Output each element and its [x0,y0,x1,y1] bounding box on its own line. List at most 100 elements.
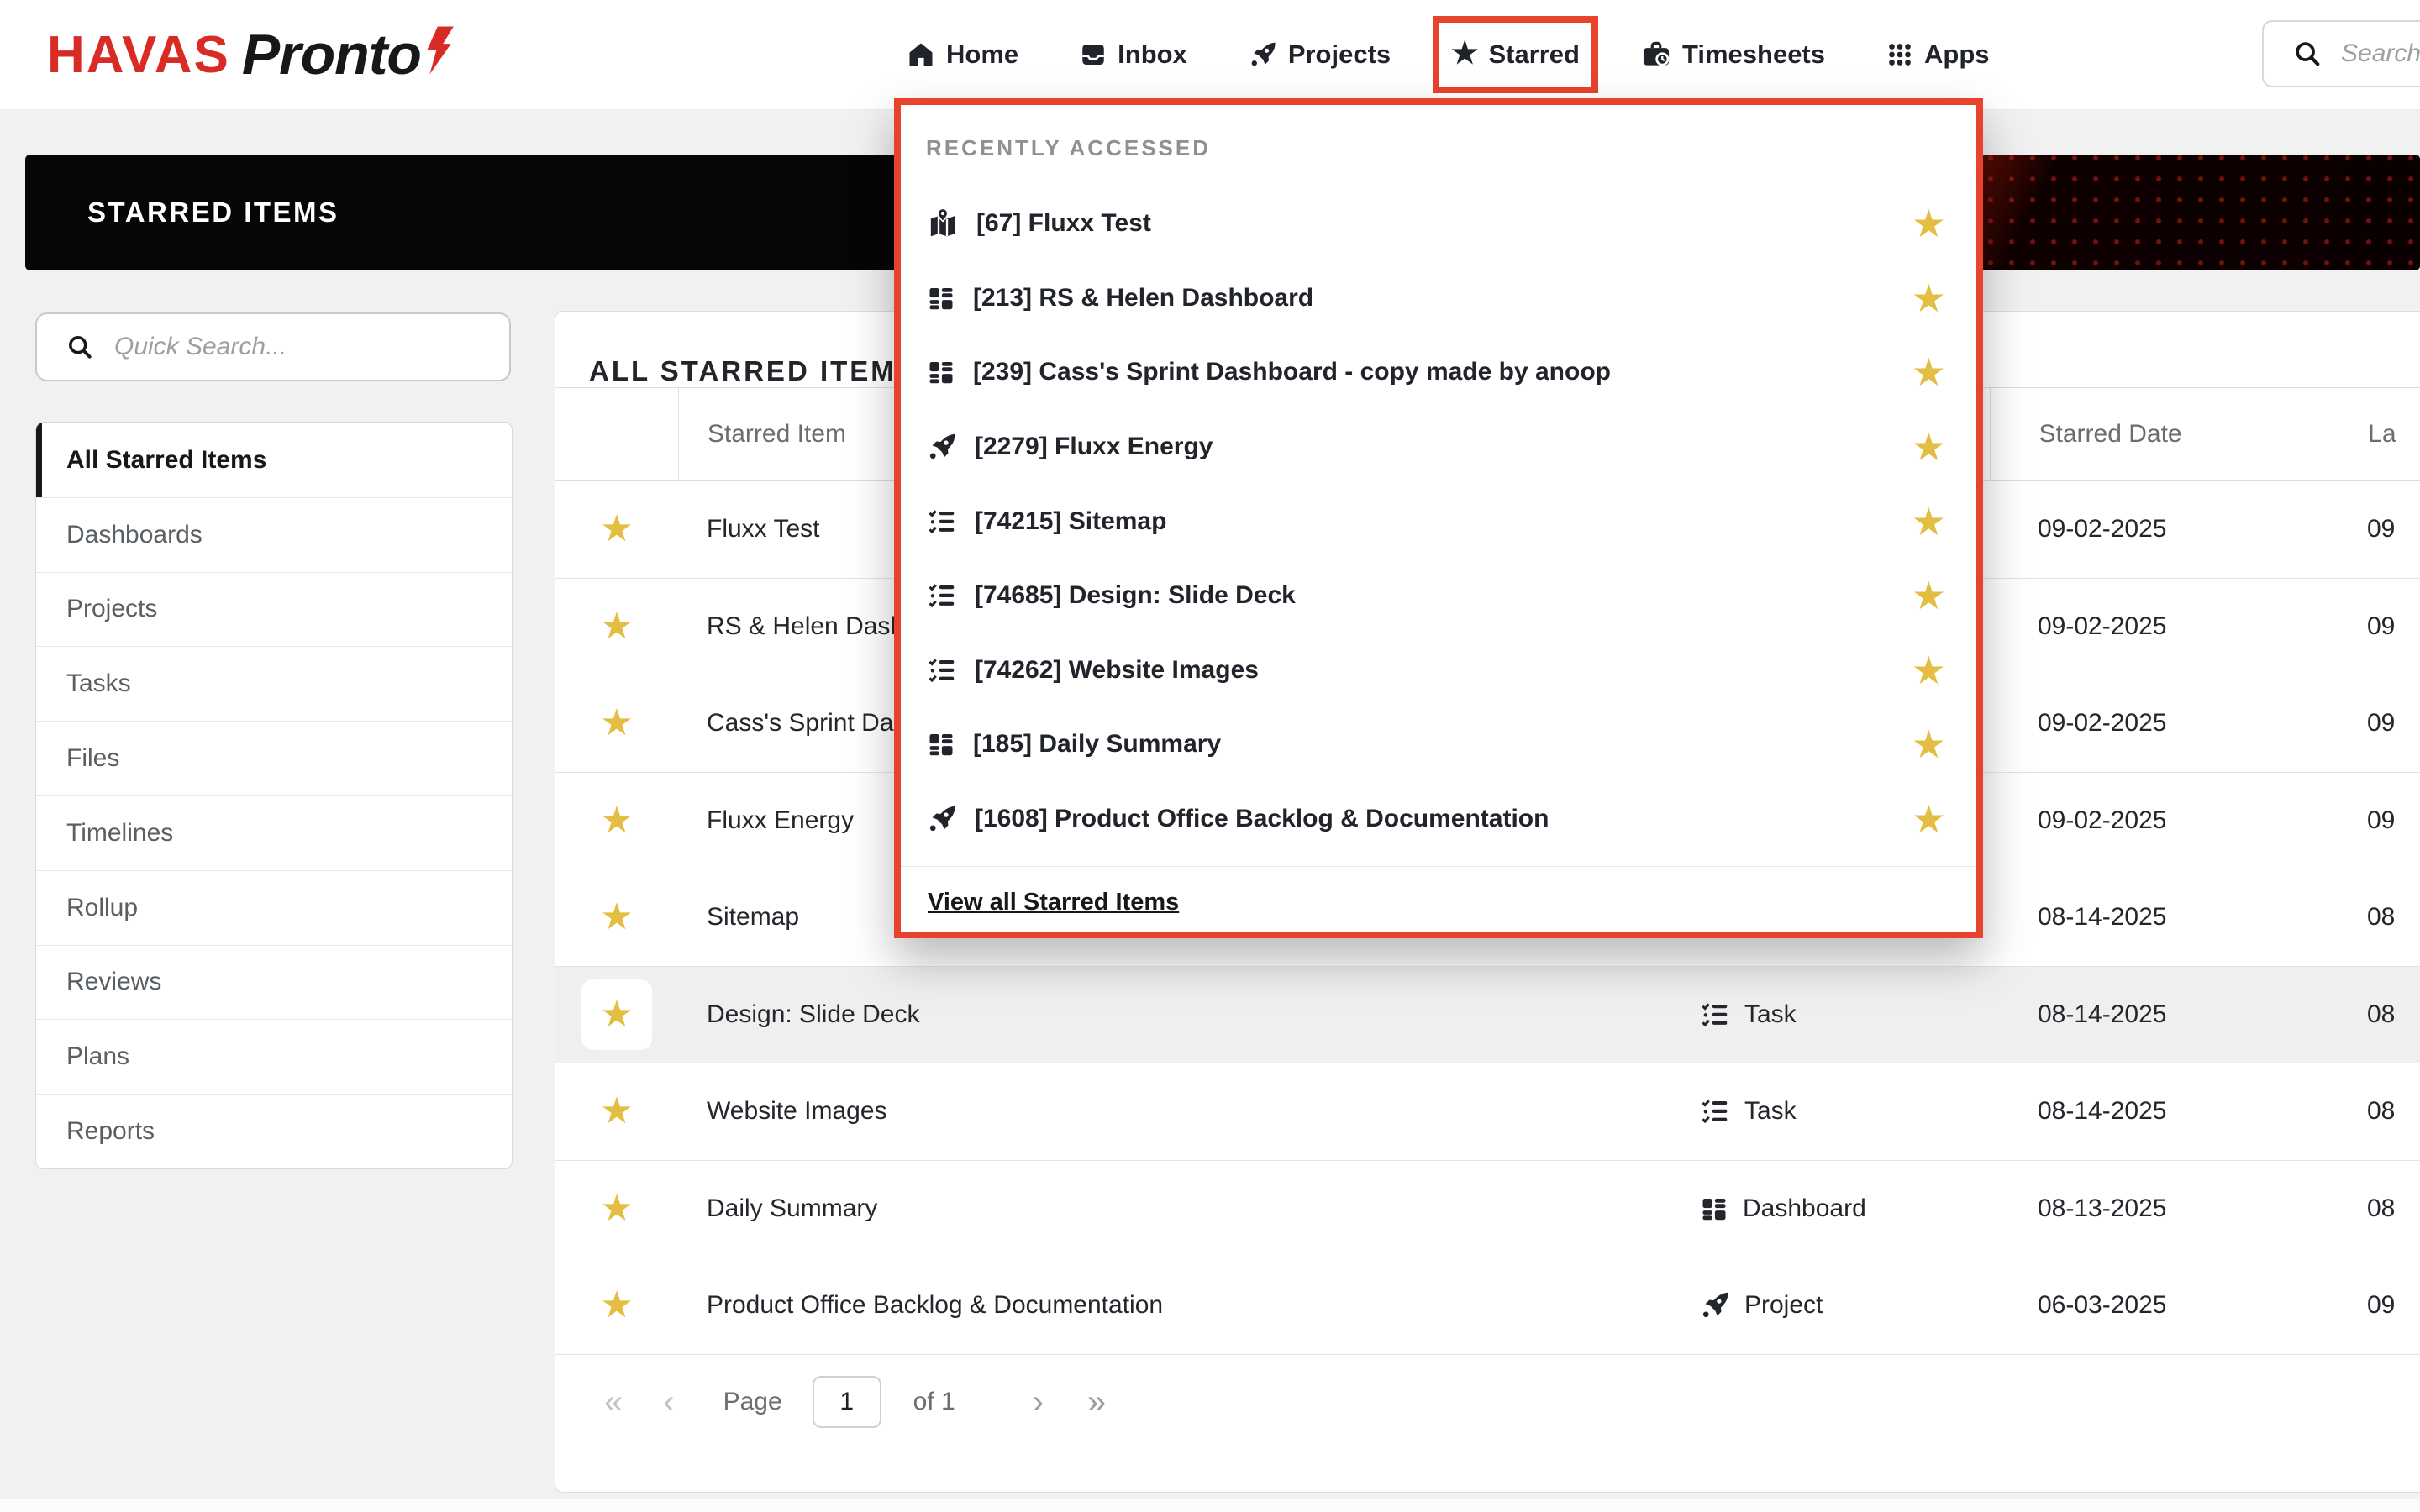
recently-accessed-item[interactable]: [2279] Fluxx Energy ★ [901,410,1976,485]
row-item-name[interactable]: Design: Slide Deck [678,1000,1699,1029]
recently-accessed-label[interactable]: [239] Cass's Sprint Dashboard - copy mad… [973,358,1611,386]
recently-accessed-label[interactable]: [185] Daily Summary [973,730,1221,759]
quick-search-input[interactable]: Quick Search... [35,312,511,381]
next-page-button[interactable]: › [1033,1385,1044,1419]
nav-item-label: Starred [1488,39,1580,69]
brand-pronto: Pronto [241,23,422,87]
recently-accessed-label[interactable]: [213] RS & Helen Dashboard [973,284,1313,312]
star-icon[interactable]: ★ [600,995,633,1033]
star-icon[interactable]: ★ [1912,279,1946,318]
star-icon[interactable]: ★ [600,607,633,645]
table-row[interactable]: ★ Product Office Backlog & Documentation… [555,1257,2420,1355]
star-icon[interactable]: ★ [1912,576,1946,615]
star-icon[interactable]: ★ [1912,502,1946,541]
sidebar-filter-item[interactable]: Tasks [36,646,512,721]
recently-accessed-label[interactable]: [2279] Fluxx Energy [975,433,1213,461]
sidebar-filter-item[interactable]: Plans [36,1019,512,1094]
row-type-cell: Task [1699,1063,1989,1160]
sidebar-filter-item[interactable]: Files [36,721,512,795]
star-icon[interactable]: ★ [600,1093,633,1130]
sidebar-filter-item[interactable]: Dashboards [36,496,512,572]
dashboard-icon [1699,1194,1729,1224]
dashboard-icon [926,283,956,313]
row-item-name[interactable]: Product Office Backlog & Documentation [678,1291,1699,1320]
row-last-date-partial: 08 [2367,903,2396,932]
table-row[interactable]: ★ Design: Slide Deck Task 08-14-2025 08 [555,966,2420,1063]
recently-accessed-item[interactable]: [1608] Product Office Backlog & Document… [901,782,1976,857]
star-icon[interactable]: ★ [600,1287,633,1324]
sidebar-filter-label: Files [66,744,120,773]
star-icon[interactable]: ★ [600,1189,633,1227]
recently-accessed-item[interactable]: [74215] Sitemap ★ [901,484,1976,559]
row-starred-date: 08-14-2025 [2038,1000,2167,1028]
dashboard-icon [926,729,956,759]
sidebar-filter-item[interactable]: Reviews [36,944,512,1020]
recently-accessed-label[interactable]: [1608] Product Office Backlog & Document… [975,805,1549,833]
row-item-name[interactable]: Website Images [678,1097,1699,1126]
row-star-cell[interactable]: ★ [555,773,678,869]
table-row[interactable]: ★ Daily Summary Dashboard 08-13-2025 08 [555,1161,2420,1257]
star-icon[interactable]: ★ [600,801,633,839]
star-icon[interactable]: ★ [1912,800,1946,838]
star-icon[interactable]: ★ [1912,428,1946,466]
recently-accessed-label[interactable]: [74262] Website Images [975,656,1259,685]
sidebar-filter-item[interactable]: Timelines [36,795,512,870]
row-star-cell[interactable]: ★ [555,1257,678,1354]
tasklist-icon [1699,1095,1731,1127]
row-last-date-partial: 08 [2367,1097,2396,1126]
recently-accessed-item[interactable]: [74685] Design: Slide Deck ★ [901,559,1976,633]
star-icon[interactable]: ★ [600,899,633,936]
row-starred-date: 08-13-2025 [2038,1194,2167,1222]
row-type-cell: Dashboard [1699,1161,1989,1257]
first-page-button[interactable]: « [604,1385,623,1419]
star-icon[interactable]: ★ [1912,353,1946,391]
sidebar-filter-item[interactable]: All Starred Items [36,423,512,497]
dashboard-icon [926,357,956,387]
starred-dropdown: RECENTLY ACCESSED [67] Fluxx Test ★ [213… [894,98,1983,938]
sidebar-filter-item[interactable]: Rollup [36,869,512,945]
row-star-cell[interactable]: ★ [555,579,678,675]
row-star-cell[interactable]: ★ [555,967,678,1063]
star-icon[interactable]: ★ [600,705,633,742]
nav-item[interactable]: Projects [1248,39,1391,70]
page-number-input[interactable]: 1 [812,1376,881,1428]
row-star-cell[interactable]: ★ [555,1063,678,1160]
sidebar-filter-label: Plans [66,1042,130,1071]
recently-accessed-item[interactable]: [74262] Website Images ★ [901,633,1976,708]
rocket-icon [1699,1289,1731,1321]
sidebar-filter-label: Rollup [66,893,139,921]
nav-item[interactable]: ★ Starred [1433,16,1598,93]
row-item-name[interactable]: Daily Summary [678,1194,1699,1223]
inbox-icon [1079,40,1107,69]
recently-accessed-item[interactable]: [239] Cass's Sprint Dashboard - copy mad… [901,335,1976,410]
star-icon[interactable]: ★ [1912,725,1946,764]
row-star-cell[interactable]: ★ [555,675,678,772]
nav-item-label: Apps [1924,39,1990,69]
star-icon[interactable]: ★ [1912,651,1946,690]
row-star-cell[interactable]: ★ [555,1161,678,1257]
recently-accessed-label[interactable]: [74215] Sitemap [975,507,1166,536]
global-search-input[interactable]: Search P [2262,20,2420,87]
nav-item[interactable]: Home [906,39,1018,70]
recently-accessed-item[interactable]: [213] RS & Helen Dashboard ★ [901,261,1976,336]
row-star-cell[interactable]: ★ [555,869,678,966]
sidebar-filter-item[interactable]: Reports [36,1094,512,1168]
recently-accessed-label[interactable]: [74685] Design: Slide Deck [975,581,1296,610]
prev-page-button[interactable]: ‹ [663,1385,674,1419]
recently-accessed-item[interactable]: [67] Fluxx Test ★ [901,186,1976,261]
star-icon[interactable]: ★ [600,511,633,548]
brand-logo[interactable]: HAVAS Pronto [47,0,456,109]
nav-item[interactable]: Timesheets [1640,39,1825,71]
view-all-starred-link[interactable]: View all Starred Items [928,889,1179,916]
nav-item[interactable]: Inbox [1079,39,1187,70]
recently-accessed-item[interactable]: [185] Daily Summary ★ [901,707,1976,782]
pagination-bar: « ‹ Page 1 of 1 › » [555,1355,2420,1450]
star-icon[interactable]: ★ [1912,204,1946,243]
sidebar-filter-item[interactable]: Projects [36,571,512,647]
recently-accessed-label[interactable]: [67] Fluxx Test [976,209,1151,238]
table-row[interactable]: ★ Website Images Task 08-14-2025 08 [555,1063,2420,1161]
nav-item[interactable]: Apps [1886,39,1990,70]
row-type-label: Task [1744,1097,1797,1126]
last-page-button[interactable]: » [1087,1385,1106,1419]
row-star-cell[interactable]: ★ [555,481,678,578]
